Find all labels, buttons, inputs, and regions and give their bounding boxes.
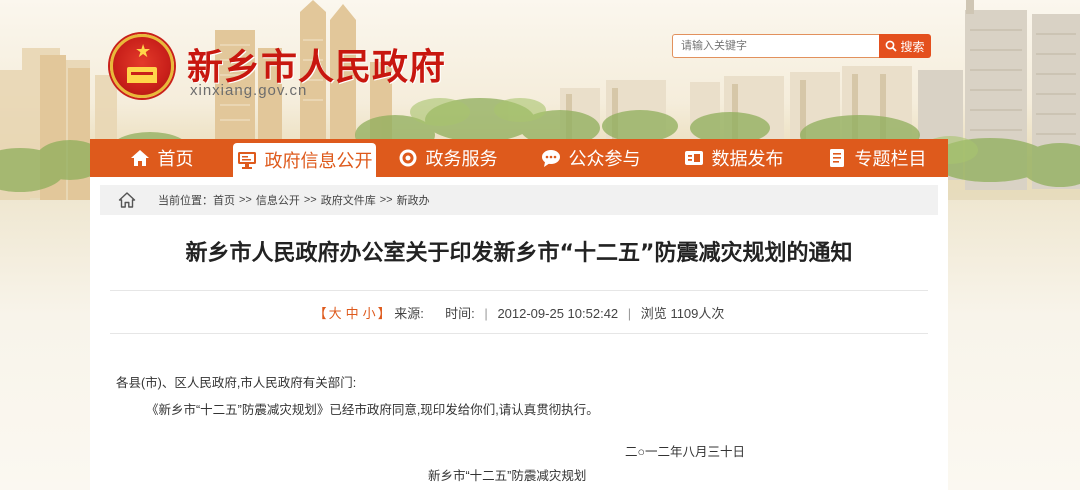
article-salutation: 各县(市)、区人民政府,市人民政府有关部门: [116, 376, 357, 390]
breadcrumb: 当前位置： 首页 >> 信息公开 >> 政府文件库 >> 新政办 [100, 185, 938, 215]
breadcrumb-item-document-library[interactable]: 政府文件库 [321, 192, 376, 208]
nav-item-label: 专题栏目 [854, 149, 927, 170]
search-input[interactable] [672, 34, 880, 58]
home-icon [130, 150, 149, 166]
article-container: 当前位置： 首页 >> 信息公开 >> 政府文件库 >> 新政办 新乡市人民政府… [90, 177, 948, 490]
breadcrumb-separator: >> [303, 194, 317, 206]
font-size-small-button[interactable]: 小 [363, 306, 376, 321]
national-emblem-logo[interactable]: ★ [110, 34, 174, 98]
emblem-gate-icon [127, 67, 157, 83]
breadcrumb-item-home[interactable]: 首页 [213, 192, 235, 208]
emblem-star-icon: ★ [135, 41, 152, 62]
monitor-icon [237, 152, 256, 169]
breadcrumb-separator: >> [379, 194, 393, 206]
nav-item-label: 政务服务 [425, 149, 498, 170]
article-meta: 【大中小】 来源: 时间: | 2012-09-25 10:52:42 | 浏览… [90, 303, 948, 322]
breadcrumb-item-info-disclosure[interactable]: 信息公开 [256, 192, 300, 208]
breadcrumb-separator: >> [239, 194, 252, 206]
article-title: 新乡市人民政府办公室关于印发新乡市“十二五”防震减灾规划的通知 [185, 241, 853, 266]
breadcrumb-prefix: 当前位置： [158, 195, 213, 207]
nav-item-label: 公众参与 [568, 149, 641, 170]
meta-divider [110, 333, 928, 334]
font-size-large-button[interactable]: 大 [329, 306, 342, 321]
meta-separator: | [484, 306, 488, 321]
data-icon [684, 151, 703, 165]
nav-item-label: 首页 [157, 149, 194, 170]
time-label: 时间: [445, 306, 475, 321]
search-button-label: 搜索 [900, 39, 925, 54]
breadcrumb-item-xinzhengban[interactable]: 新政办 [397, 192, 430, 208]
nav-item-gov-service[interactable]: 政务服务 [376, 139, 519, 177]
nav-item-home[interactable]: 首页 [90, 139, 233, 177]
document-icon [829, 149, 844, 167]
font-size-bracket-close: 】 [377, 306, 391, 321]
article-paragraph: 《新乡市“十二五”防震减灾规划》已经市政府同意,现印发给你们,请认真贯彻执行。 [146, 403, 599, 417]
font-size-medium-button[interactable]: 中 [346, 306, 359, 321]
font-size-bracket-open: 【 [313, 306, 327, 321]
nav-item-label: 数据发布 [711, 149, 784, 170]
meta-separator: | [627, 306, 632, 321]
article-date: 二○一二年八月三十日 [625, 445, 746, 459]
nav-item-data-release[interactable]: 数据发布 [662, 139, 805, 177]
site-domain: xinxiang.gov.cn [190, 82, 308, 99]
chat-icon [541, 150, 560, 167]
title-divider [110, 290, 928, 291]
nav-item-public-participation[interactable]: 公众参与 [519, 139, 662, 177]
main-nav: 首页 政府信息公开 政务服务 公众参与 数据发布 专题栏目 [90, 139, 948, 177]
views-count: 1109人次 [670, 306, 725, 321]
nav-item-special-topics[interactable]: 专题栏目 [805, 139, 948, 177]
nav-item-gov-info[interactable]: 政府信息公开 [233, 143, 376, 177]
publish-time: 2012-09-25 10:52:42 [497, 306, 619, 321]
nav-item-label: 政府信息公开 [264, 151, 373, 172]
source-label: 来源: [394, 306, 424, 321]
font-size-switcher: 【大中小】 [314, 306, 391, 321]
search-icon [886, 40, 898, 52]
search-button[interactable]: 搜索 [879, 34, 931, 58]
home-icon[interactable] [118, 191, 136, 209]
attachment-title[interactable]: 新乡市“十二五”防震减灾规划 [428, 465, 586, 484]
views-label: 浏览 [640, 306, 667, 321]
service-icon [399, 149, 416, 167]
